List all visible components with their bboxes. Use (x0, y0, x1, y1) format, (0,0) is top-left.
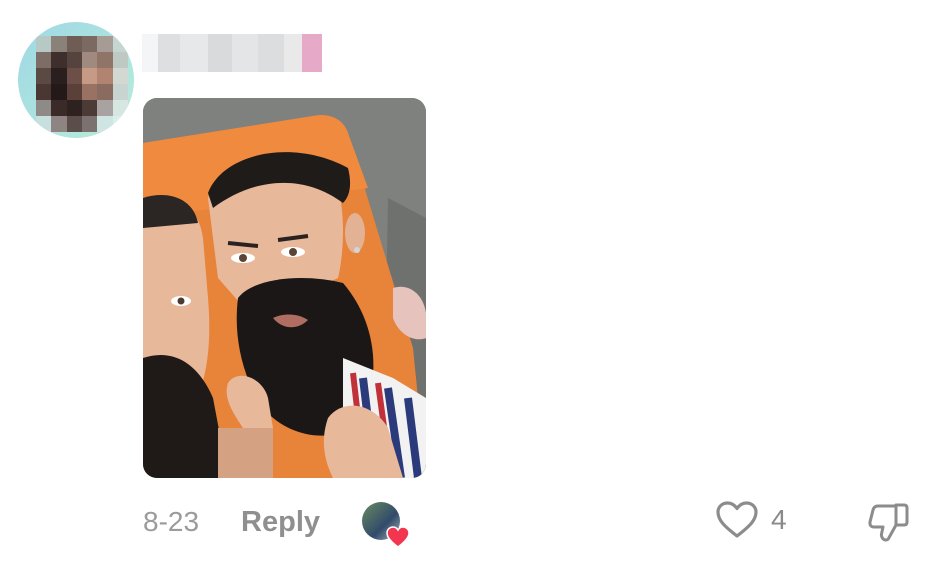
bearded-men-illustration-image (143, 98, 426, 478)
dislike-button[interactable] (866, 500, 910, 549)
comment-date: 8-23 (143, 506, 200, 537)
like-count: 4 (771, 504, 787, 535)
username-pixelated[interactable] (142, 34, 322, 72)
reply-button[interactable]: Reply (241, 506, 320, 539)
comment-meta-bar: 8-23 Reply (143, 502, 410, 548)
thumbs-down-icon (868, 503, 909, 542)
heart-outline-icon (716, 501, 758, 538)
commenter-avatar[interactable] (18, 22, 134, 138)
creator-liked-badge (362, 502, 410, 548)
comment-attached-photo[interactable] (143, 98, 426, 478)
heart-filled-icon (386, 526, 410, 548)
like-button[interactable]: 4 (715, 500, 787, 540)
pixelated-avatar-image (36, 36, 128, 132)
